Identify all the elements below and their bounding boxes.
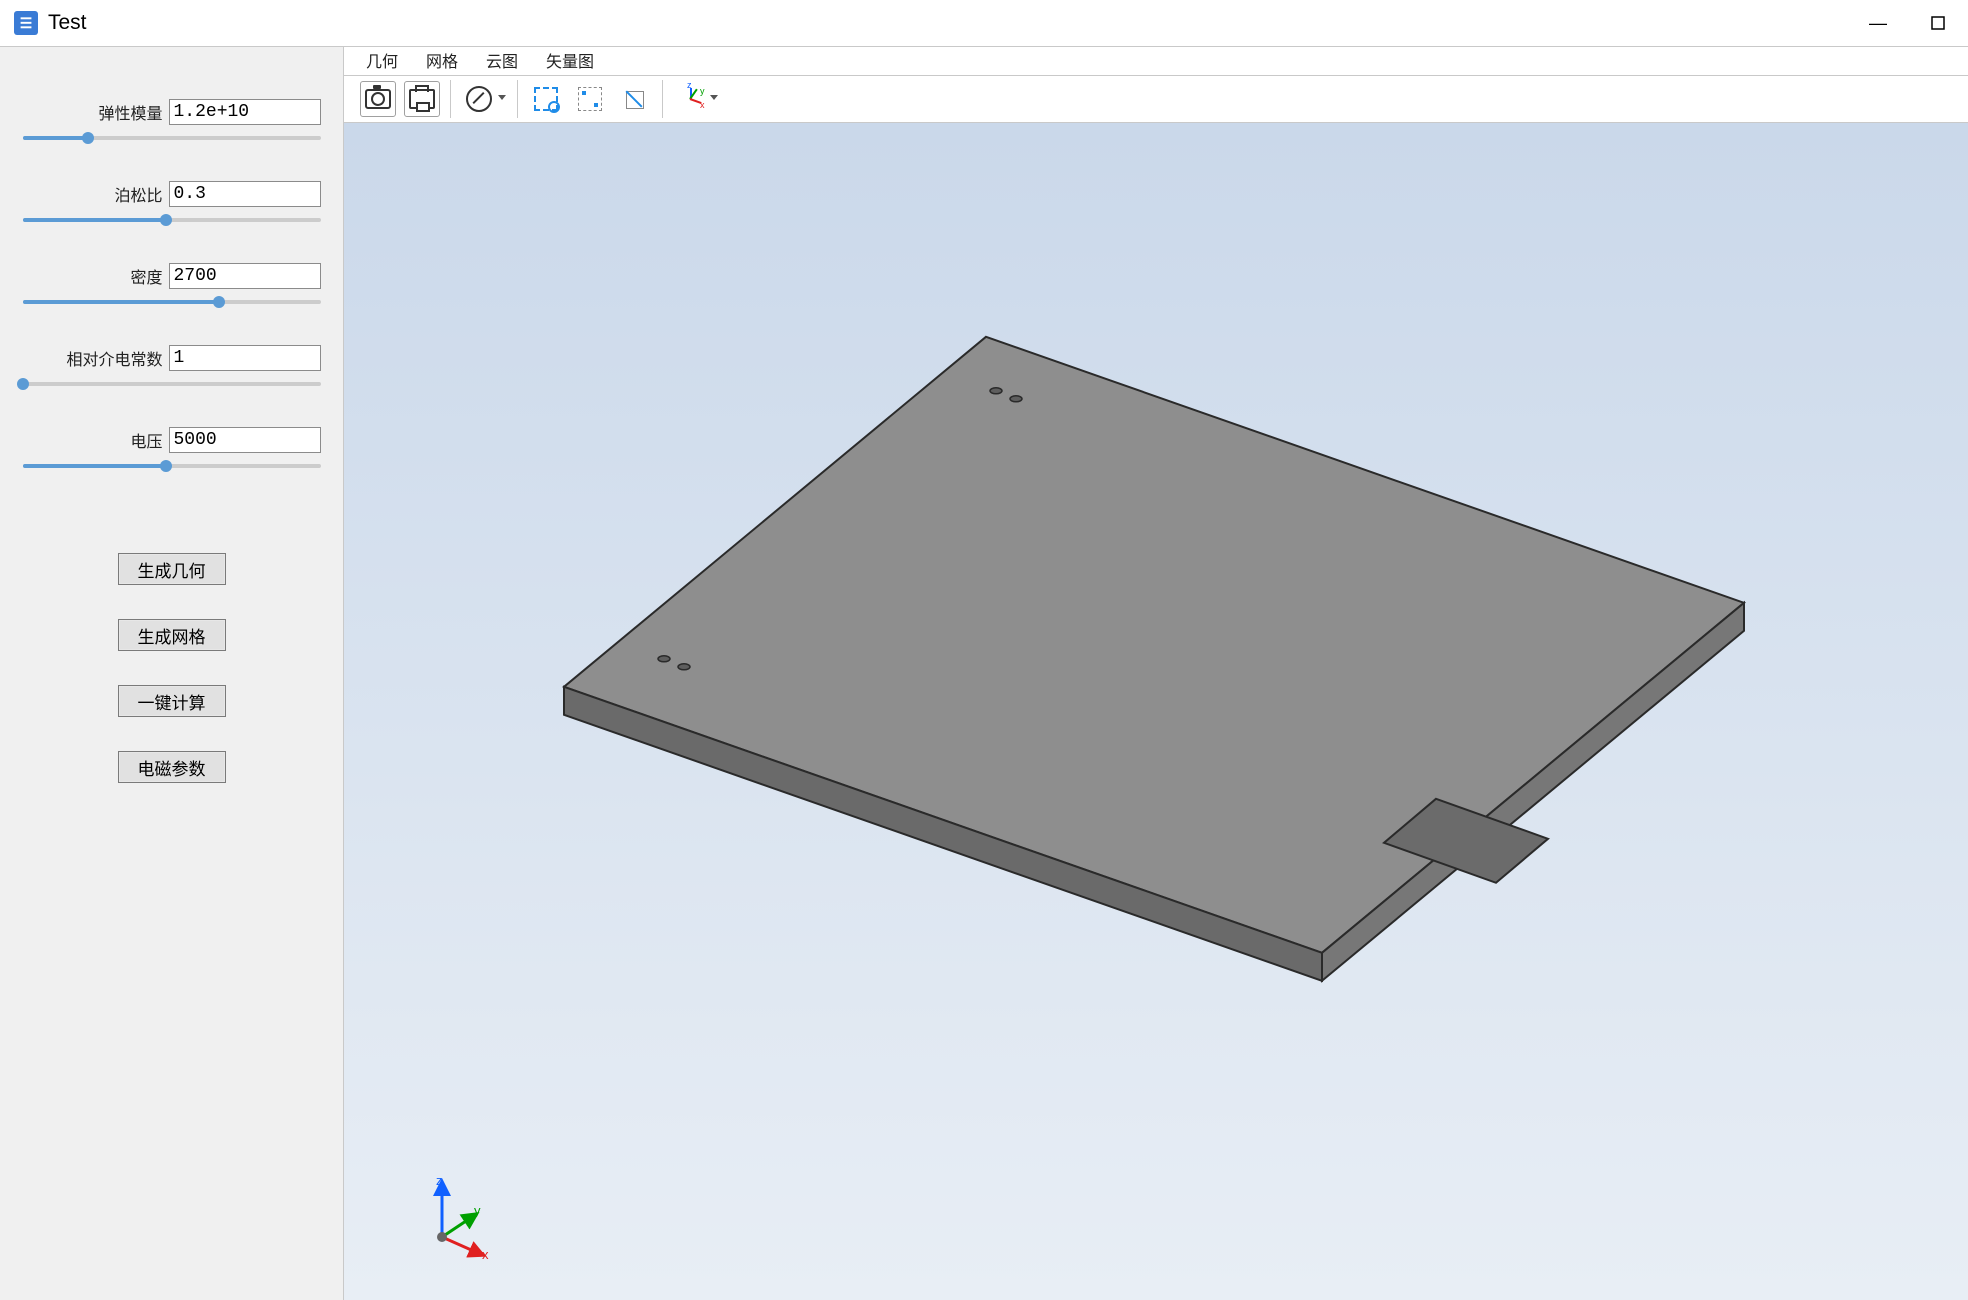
generate-geometry-button[interactable]: 生成几何: [118, 553, 226, 585]
density-input[interactable]: [169, 263, 321, 289]
tab-mesh[interactable]: 网格: [412, 45, 472, 75]
param-voltage: 电压: [23, 427, 321, 473]
poisson-ratio-input[interactable]: [169, 181, 321, 207]
minimize-button[interactable]: —: [1848, 0, 1908, 46]
axis-icon: z y x: [678, 86, 704, 112]
param-label: 相对介电常数: [66, 346, 162, 370]
tab-contour[interactable]: 云图: [472, 45, 532, 75]
voltage-input[interactable]: [169, 427, 321, 453]
generate-mesh-button[interactable]: 生成网格: [118, 619, 226, 651]
param-label: 泊松比: [114, 182, 162, 206]
clear-scene-button[interactable]: [461, 81, 497, 117]
param-density: 密度: [23, 263, 321, 309]
axis-orientation-button[interactable]: z y x: [673, 81, 709, 117]
zoom-extents-button[interactable]: [616, 81, 652, 117]
box-select-button[interactable]: [528, 81, 564, 117]
print-button[interactable]: [404, 81, 440, 117]
fit-points-icon: [578, 87, 602, 111]
elastic-modulus-slider[interactable]: [23, 131, 321, 145]
print-icon: [409, 89, 435, 109]
window-controls: —: [1848, 0, 1968, 46]
camera-icon: [365, 89, 391, 109]
zoom-extents-icon: [623, 88, 645, 110]
geometry-model: [556, 291, 1756, 1071]
snapshot-button[interactable]: [360, 81, 396, 117]
param-poisson-ratio: 泊松比: [23, 181, 321, 227]
y-label: y: [474, 1203, 481, 1218]
tab-geometry[interactable]: 几何: [352, 45, 412, 75]
3d-viewport[interactable]: z y x: [344, 123, 1968, 1300]
voltage-slider[interactable]: [23, 459, 321, 473]
param-label: 密度: [130, 264, 162, 288]
elastic-modulus-input[interactable]: [169, 99, 321, 125]
orientation-triad: z y x: [406, 1173, 496, 1263]
z-label: z: [436, 1173, 443, 1188]
poisson-ratio-slider[interactable]: [23, 213, 321, 227]
tab-vector[interactable]: 矢量图: [532, 45, 608, 75]
forbid-icon: [466, 86, 492, 112]
em-parameters-button[interactable]: 电磁参数: [118, 751, 226, 783]
app-icon: ☰: [14, 11, 38, 35]
param-relative-permittivity: 相对介电常数: [23, 345, 321, 391]
parameter-panel: 弹性模量 泊松比 密度: [0, 47, 344, 1300]
dropdown-caret-icon: [710, 95, 718, 100]
maximize-icon: [1931, 16, 1945, 30]
graphics-toolbar: z y x: [344, 76, 1968, 123]
relative-permittivity-slider[interactable]: [23, 377, 321, 391]
param-label: 弹性模量: [98, 100, 162, 124]
density-slider[interactable]: [23, 295, 321, 309]
param-elastic-modulus: 弹性模量: [23, 99, 321, 145]
x-label: x: [482, 1247, 489, 1262]
fit-points-button[interactable]: [572, 81, 608, 117]
oneclick-calculate-button[interactable]: 一键计算: [118, 685, 226, 717]
maximize-button[interactable]: [1908, 0, 1968, 46]
box-select-icon: [534, 87, 558, 111]
dropdown-caret-icon: [498, 95, 506, 100]
param-label: 电压: [130, 428, 162, 452]
view-tabs: 几何 网格 云图 矢量图: [344, 47, 1968, 76]
window-title: Test: [48, 11, 87, 35]
relative-permittivity-input[interactable]: [169, 345, 321, 371]
title-bar: ☰ Test —: [0, 0, 1968, 47]
